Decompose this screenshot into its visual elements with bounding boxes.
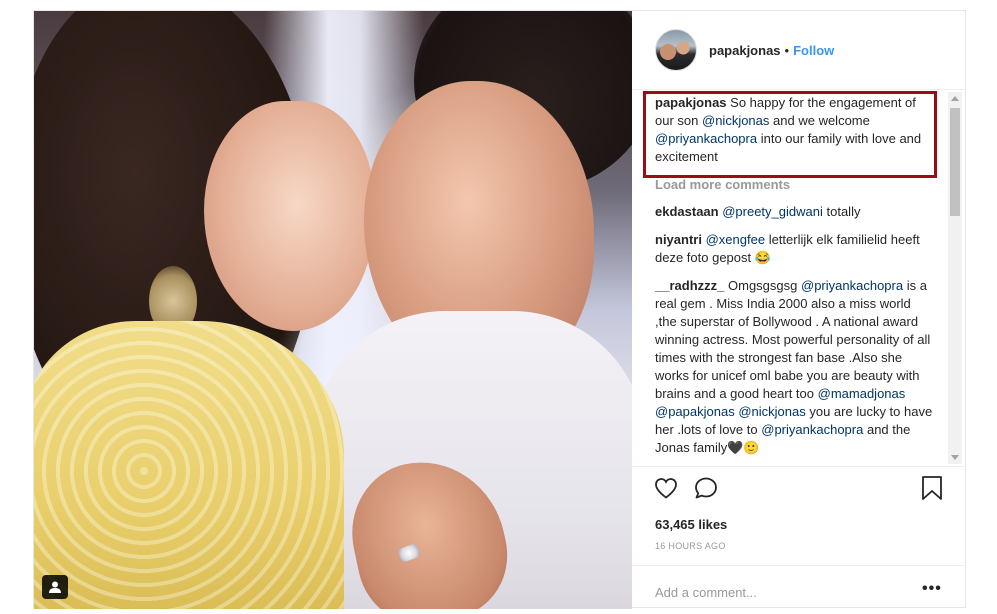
comment-button[interactable]: [693, 475, 719, 506]
user-tag-icon: [49, 581, 61, 593]
bookmark-icon: [922, 476, 942, 500]
post-timestamp[interactable]: 16 HOURS AGO: [655, 541, 726, 551]
load-more-comments-button[interactable]: Load more comments: [655, 176, 933, 194]
more-options-icon[interactable]: •••: [922, 580, 942, 598]
user-tag-button[interactable]: [42, 575, 68, 599]
avatar[interactable]: [655, 29, 697, 71]
comment-list: papakjonas So happy for the engagement o…: [643, 91, 937, 466]
comment-username[interactable]: __radhzzz_: [655, 278, 724, 293]
add-comment-bar: Add a comment... •••: [632, 565, 965, 609]
comment-item: niyantri @xengfee letterlijk elk familie…: [655, 231, 933, 267]
comment-item: __radhzzz_ Omgsgsgsg @priyankachopra is …: [655, 277, 933, 457]
scrollbar-thumb[interactable]: [950, 108, 960, 216]
comment-text: is a real gem . Miss India 2000 also a m…: [655, 278, 931, 401]
caption-username[interactable]: papakjonas: [655, 95, 727, 110]
comment-mention[interactable]: @priyankachopra: [801, 278, 903, 293]
comment-mention[interactable]: @nickjonas: [738, 404, 805, 419]
comments-scrollbar[interactable]: [948, 92, 962, 464]
scroll-down-arrow-icon[interactable]: [951, 455, 959, 460]
heart-icon: [655, 478, 677, 499]
action-icons: [653, 475, 953, 505]
instagram-post: papakjonas • Follow papakjonas So happy …: [33, 10, 966, 609]
add-comment-input[interactable]: Add a comment...: [655, 585, 757, 600]
comment-username[interactable]: ekdastaan: [655, 204, 719, 219]
comment-text: Omgsgsgsg: [728, 278, 798, 293]
header-separator: •: [784, 42, 790, 58]
photo-woman-dress: [34, 321, 344, 609]
follow-button[interactable]: Follow: [793, 43, 834, 58]
comment-mention[interactable]: @xengfee: [706, 232, 765, 247]
post-photo[interactable]: [34, 11, 632, 609]
comment-mention[interactable]: @papakjonas: [655, 404, 735, 419]
save-button[interactable]: [921, 475, 943, 506]
caption: papakjonas So happy for the engagement o…: [643, 91, 937, 178]
comment-username[interactable]: niyantri: [655, 232, 702, 247]
comment-item: ekdastaan @preety_gidwani totally: [655, 203, 933, 221]
likes-count[interactable]: 63,465 likes: [655, 517, 727, 532]
post-actions: 63,465 likes 16 HOURS AGO Add a comment.…: [632, 466, 965, 608]
caption-mention[interactable]: @nickjonas: [702, 113, 769, 128]
comment-text: totally: [826, 204, 861, 219]
scroll-up-arrow-icon[interactable]: [951, 96, 959, 101]
post-header: papakjonas • Follow: [632, 11, 965, 90]
comment-mention[interactable]: @priyankachopra: [761, 422, 863, 437]
comment-mention[interactable]: @preety_gidwani: [722, 204, 823, 219]
like-button[interactable]: [653, 475, 679, 506]
caption-mention[interactable]: @priyankachopra: [655, 131, 757, 146]
comment-mention[interactable]: @mamadjonas: [818, 386, 906, 401]
comments-panel[interactable]: papakjonas So happy for the engagement o…: [632, 90, 965, 466]
comment-icon: [695, 477, 717, 499]
caption-text: and we welcome: [773, 113, 870, 128]
post-sidebar: papakjonas • Follow papakjonas So happy …: [632, 11, 965, 607]
header-username[interactable]: papakjonas: [709, 43, 781, 58]
